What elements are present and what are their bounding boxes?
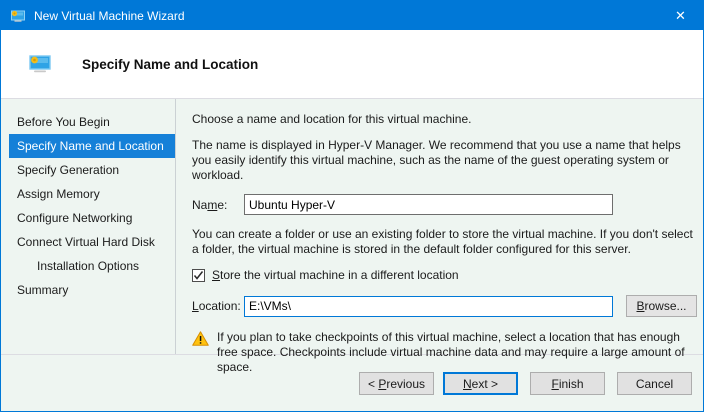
window-title: New Virtual Machine Wizard (34, 9, 658, 23)
virtual-machine-icon (10, 8, 26, 24)
store-location-row: Store the virtual machine in a different… (192, 268, 697, 282)
page-title: Specify Name and Location (82, 57, 258, 72)
store-different-location-checkbox[interactable] (192, 269, 205, 282)
new-vm-wizard-dialog: New Virtual Machine Wizard ✕ Specify Nam… (0, 0, 704, 412)
wizard-page-icon (29, 54, 51, 74)
name-label: Name: (192, 198, 244, 212)
name-help-text: The name is displayed in Hyper-V Manager… (192, 138, 697, 183)
intro-text: Choose a name and location for this virt… (192, 112, 697, 127)
checkmark-icon (193, 270, 204, 281)
sidebar-item-connect-virtual-hard-disk[interactable]: Connect Virtual Hard Disk (9, 230, 175, 254)
folder-help-text: You can create a folder or use an existi… (192, 227, 697, 257)
sidebar-item-specify-name-and-location[interactable]: Specify Name and Location (9, 134, 175, 158)
next-button[interactable]: Next > (443, 372, 518, 395)
sidebar-item-specify-generation[interactable]: Specify Generation (9, 158, 175, 182)
wizard-body: Before You Begin Specify Name and Locati… (1, 99, 703, 355)
title-bar: New Virtual Machine Wizard ✕ (1, 1, 703, 30)
location-row: Location: Browse... (192, 295, 697, 317)
wizard-steps-sidebar: Before You Begin Specify Name and Locati… (1, 99, 176, 354)
browse-button[interactable]: Browse... (626, 295, 697, 317)
wizard-page-content: Choose a name and location for this virt… (176, 99, 704, 354)
sidebar-item-before-you-begin[interactable]: Before You Begin (9, 110, 175, 134)
finish-button[interactable]: Finish (530, 372, 605, 395)
vm-name-input[interactable] (244, 194, 613, 215)
wizard-header: Specify Name and Location (1, 30, 703, 99)
store-different-location-label: Store the virtual machine in a different… (212, 268, 459, 282)
vm-location-input[interactable] (244, 296, 613, 317)
cancel-button[interactable]: Cancel (617, 372, 692, 395)
previous-button[interactable]: < Previous (359, 372, 434, 395)
location-label: Location: (192, 299, 244, 313)
warning-icon (192, 331, 209, 346)
button-bar: < Previous Next > Finish Cancel (1, 355, 703, 411)
close-icon[interactable]: ✕ (658, 1, 703, 30)
sidebar-item-summary[interactable]: Summary (9, 278, 175, 302)
sidebar-item-installation-options[interactable]: Installation Options (9, 254, 175, 278)
sidebar-item-configure-networking[interactable]: Configure Networking (9, 206, 175, 230)
sidebar-item-assign-memory[interactable]: Assign Memory (9, 182, 175, 206)
name-row: Name: (192, 194, 697, 215)
